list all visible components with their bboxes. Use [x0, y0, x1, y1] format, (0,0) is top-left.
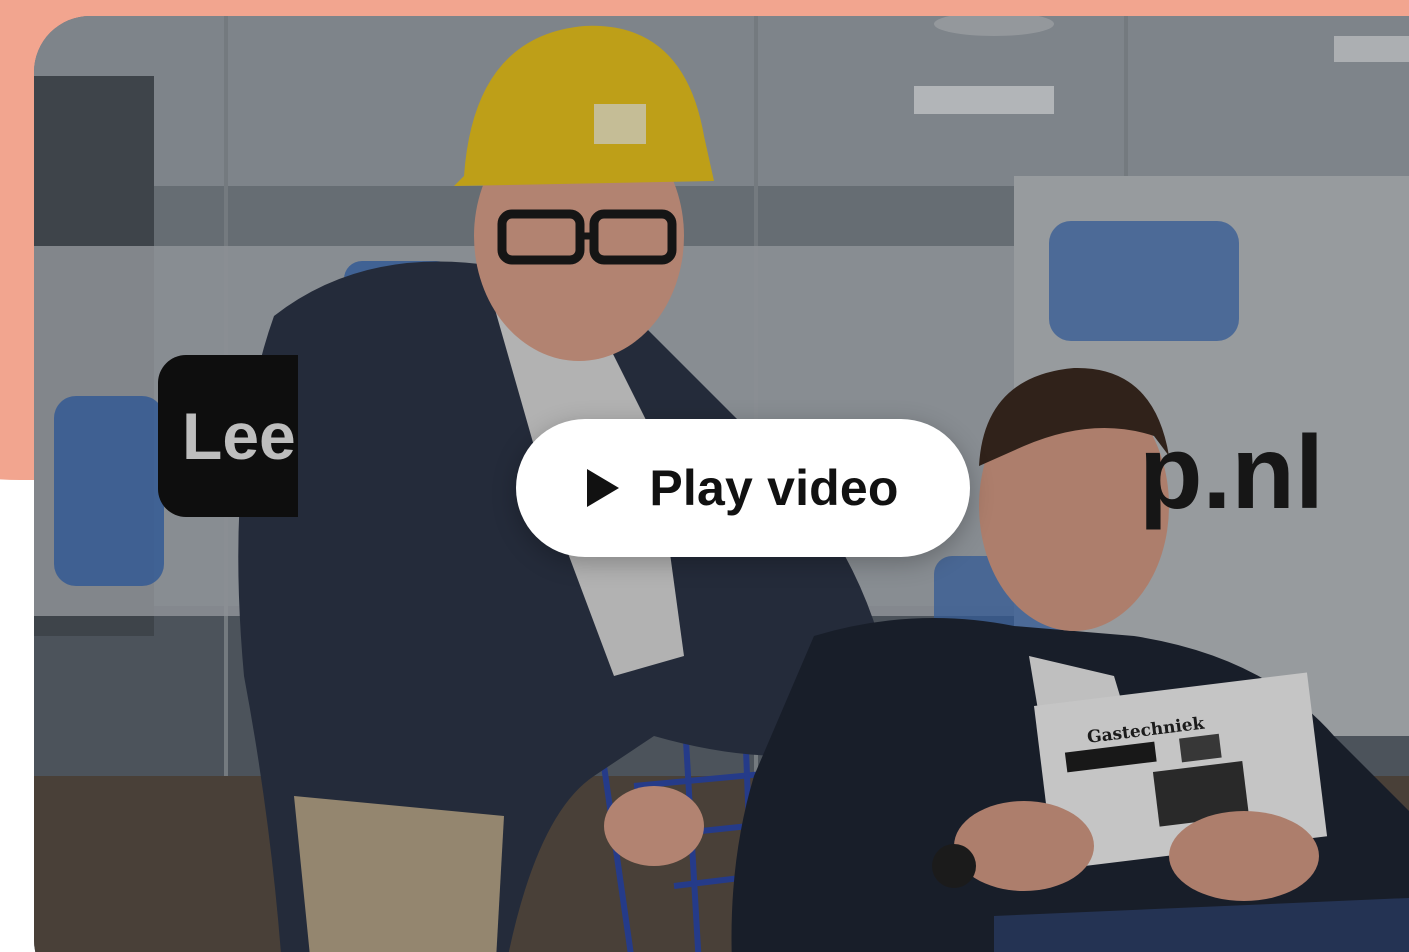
play-video-label: Play video [649, 460, 899, 516]
play-video-button[interactable]: Play video [516, 419, 970, 557]
play-icon [587, 469, 620, 507]
page: Lee p.nl Gastechniek Play video [0, 0, 1409, 952]
video-player[interactable]: Lee p.nl Gastechniek Play video [34, 16, 1409, 952]
